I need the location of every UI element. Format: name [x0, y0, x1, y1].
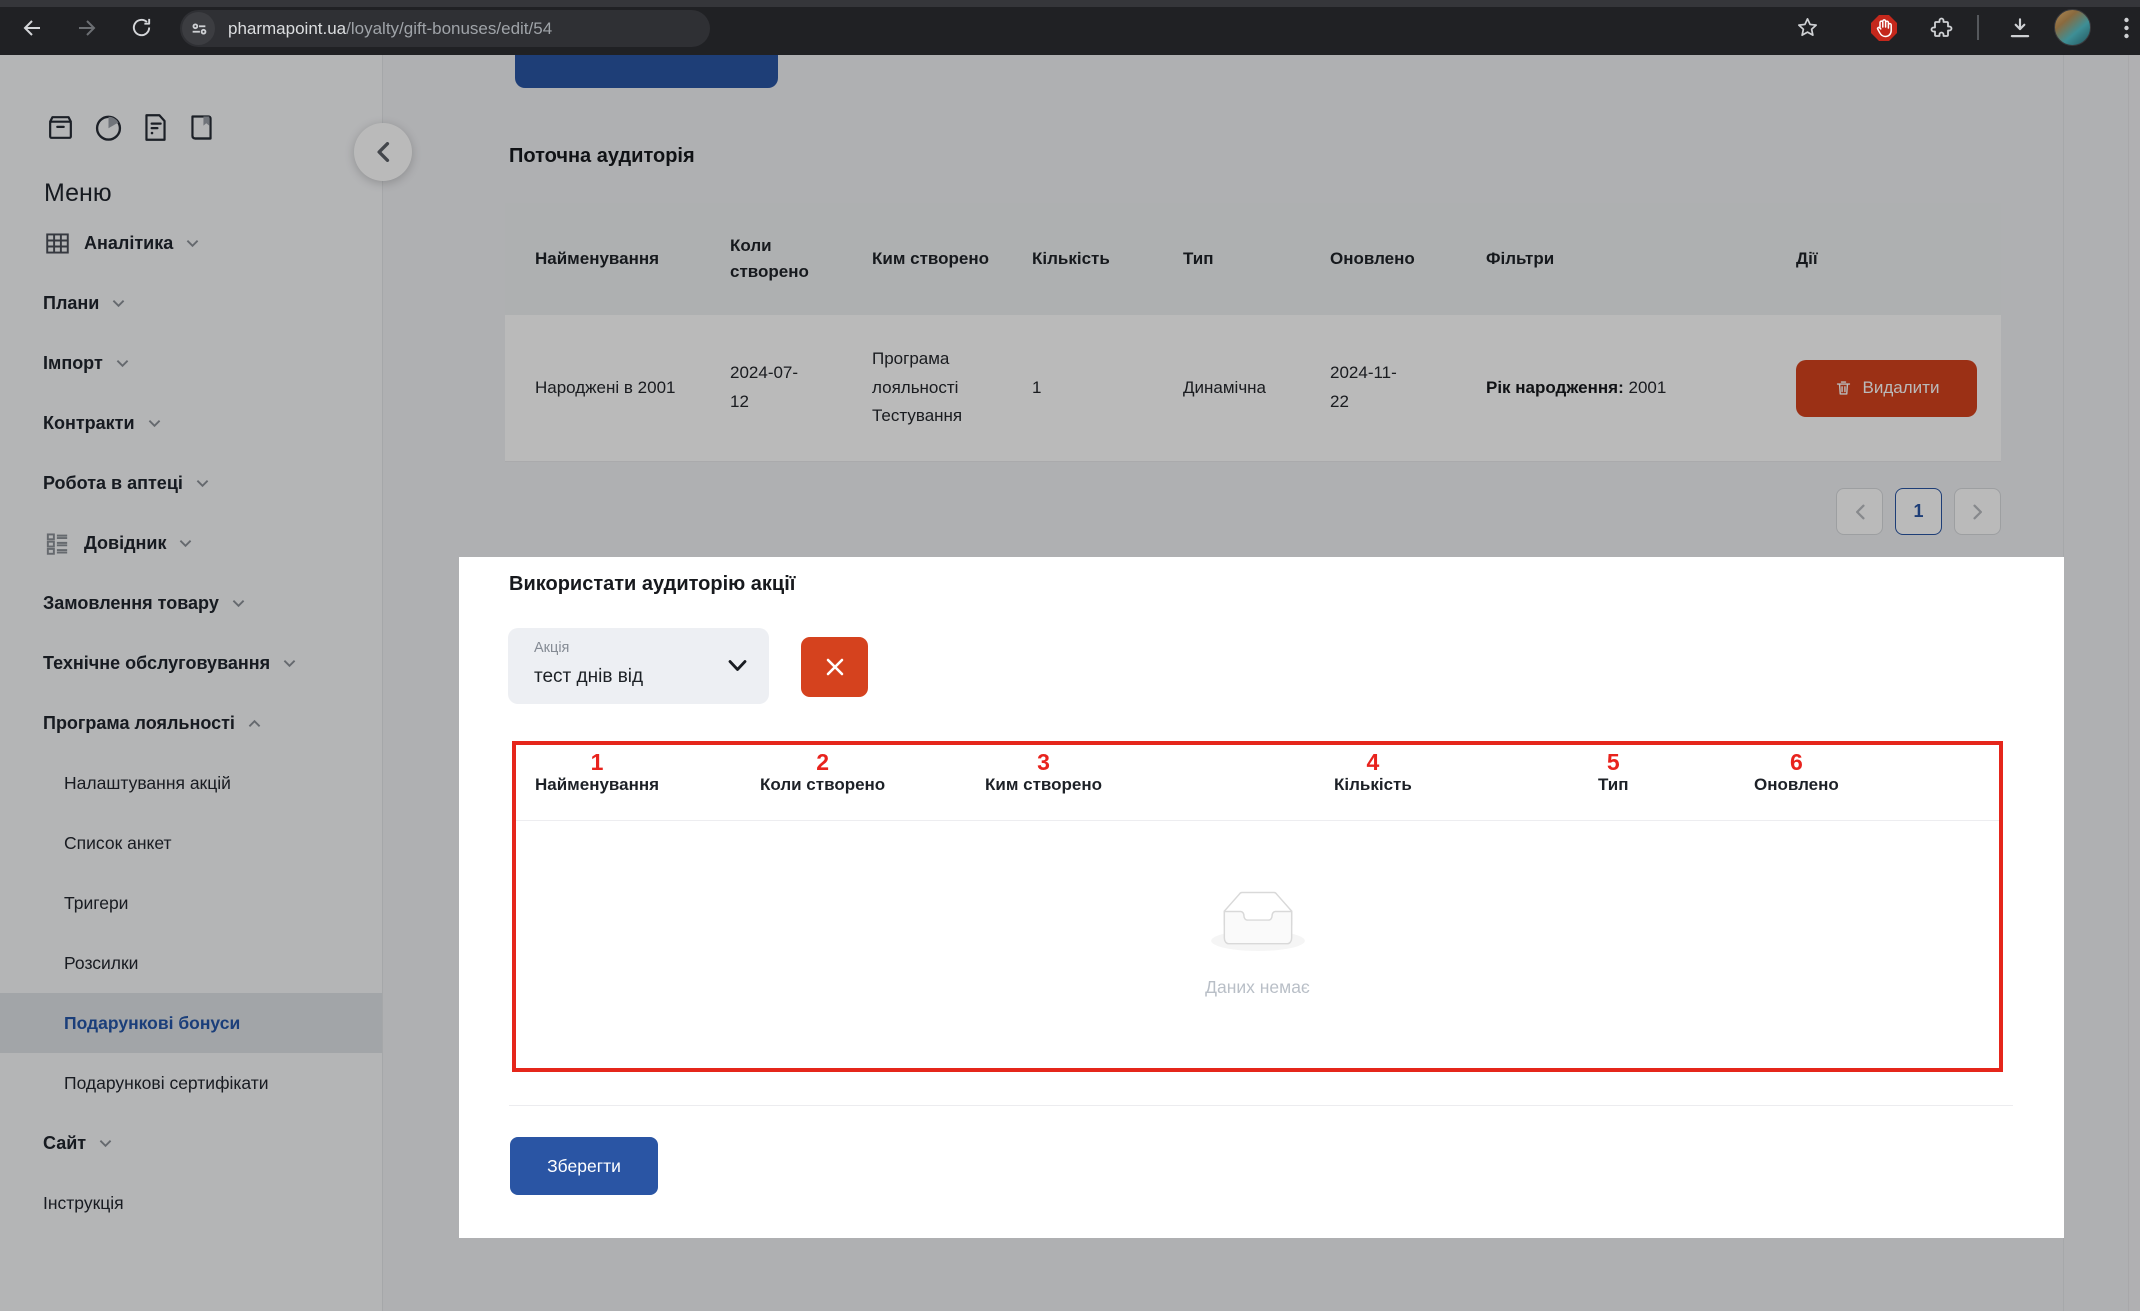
column-header: Тип	[1598, 775, 1629, 795]
browser-chrome: pharmapoint.ua/loyalty/gift-bonuses/edit…	[0, 0, 2140, 55]
bookmark-star-button[interactable]	[1790, 11, 1824, 45]
use-promo-audience-panel: Використати аудиторію акції Акція тест д…	[459, 557, 2064, 1238]
column-header: Найменування	[535, 775, 660, 795]
url-text: pharmapoint.ua/loyalty/gift-bonuses/edit…	[228, 19, 552, 39]
annotation-number-1: 1	[590, 749, 604, 775]
annotation-number-2: 2	[816, 749, 829, 775]
empty-inbox-icon	[1210, 891, 1305, 951]
close-icon	[826, 658, 843, 676]
extensions-button[interactable]	[1925, 11, 1959, 45]
download-icon	[2010, 17, 2030, 37]
annotated-table-header: 1 Найменування 2 Коли створено 3 Ким створе…	[516, 745, 1999, 795]
column-header: Ким створено	[985, 775, 1103, 795]
tune-icon	[192, 22, 206, 35]
chevron-down-icon	[728, 660, 747, 671]
browser-forward-button[interactable]	[68, 10, 104, 46]
star-icon	[1797, 18, 1817, 37]
annotation-number-4: 4	[1366, 749, 1380, 775]
arrow-left-icon	[23, 19, 40, 36]
clear-selection-button[interactable]	[801, 637, 868, 697]
empty-state: Даних немає	[516, 891, 1999, 998]
kebab-menu-icon	[2123, 17, 2129, 38]
panel-divider	[509, 1105, 2013, 1106]
downloads-button[interactable]	[2003, 11, 2037, 45]
browser-menu-button[interactable]	[2113, 11, 2139, 45]
table-header-divider	[516, 820, 1999, 821]
column-header: Кількість	[1334, 775, 1412, 795]
select-label: Акція	[534, 640, 570, 656]
arrow-right-icon	[79, 19, 96, 36]
select-value: тест днів від	[534, 666, 644, 687]
column-header: Коли створено	[760, 775, 886, 795]
adblock-hand-icon	[1871, 14, 1897, 41]
reload-icon	[132, 18, 150, 37]
column-header: Оновлено	[1754, 775, 1839, 795]
empty-state-text: Даних немає	[1205, 977, 1310, 997]
puzzle-icon	[1930, 17, 1953, 37]
promo-select[interactable]: Акція тест днів від	[508, 628, 769, 704]
browser-back-button[interactable]	[15, 10, 51, 46]
adblock-extension-button[interactable]	[1866, 10, 1902, 46]
annotated-audience-table: 1 Найменування 2 Коли створено 3 Ким створе…	[512, 741, 2003, 1072]
address-bar[interactable]: pharmapoint.ua/loyalty/gift-bonuses/edit…	[180, 10, 710, 47]
browser-reload-button[interactable]	[123, 10, 159, 46]
save-button[interactable]: Зберегти	[510, 1137, 658, 1195]
toolbar-divider	[1977, 15, 1979, 40]
annotation-number-6: 6	[1790, 749, 1803, 775]
site-info-button[interactable]	[182, 12, 215, 45]
annotation-number-5: 5	[1606, 749, 1620, 775]
panel-title: Використати аудиторію акції	[509, 573, 796, 595]
profile-avatar[interactable]	[2054, 9, 2091, 46]
url-path: /loyalty/gift-bonuses/edit/54	[346, 18, 553, 38]
annotation-number-3: 3	[1037, 749, 1050, 775]
url-domain: pharmapoint.ua	[228, 18, 347, 38]
